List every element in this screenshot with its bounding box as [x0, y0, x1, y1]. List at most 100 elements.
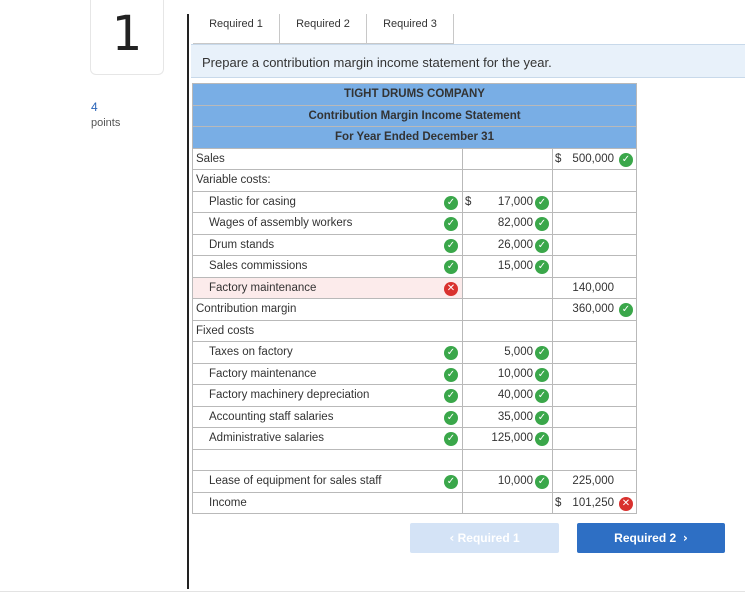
- check-circle-icon: ✓: [444, 260, 458, 274]
- total-cell[interactable]: [552, 448, 637, 471]
- total-cell[interactable]: 140,000: [552, 276, 637, 299]
- footer-divider: [0, 591, 745, 592]
- table-row: Factory maintenance ✓ 10,000 ✓: [192, 362, 637, 385]
- next-required-button[interactable]: Required 2 ›: [577, 523, 725, 553]
- instruction-text: Prepare a contribution margin income sta…: [202, 55, 552, 70]
- amount-cell[interactable]: ✓ 40,000 ✓: [444, 384, 553, 407]
- x-circle-icon: ✕: [619, 496, 633, 511]
- table-row: Drum stands ✓ 26,000 ✓: [192, 233, 637, 256]
- amount-cell[interactable]: ✕: [444, 276, 553, 299]
- row-label[interactable]: Contribution margin: [192, 298, 463, 321]
- total-value: [614, 346, 636, 358]
- tab-required-3[interactable]: Required 3: [367, 14, 454, 44]
- check-circle-icon: ✓: [444, 410, 458, 425]
- table-row: Contribution margin 360,000 ✓: [192, 298, 637, 321]
- row-label[interactable]: [192, 448, 463, 471]
- amount-value: [533, 153, 552, 165]
- total-cell[interactable]: [552, 212, 637, 235]
- total-cell[interactable]: [552, 169, 637, 192]
- total-cell[interactable]: [552, 319, 637, 342]
- check-circle-icon: ✓: [535, 195, 549, 210]
- row-label[interactable]: Variable costs:: [192, 169, 463, 192]
- check-circle-icon: ✓: [444, 432, 458, 446]
- amount-cell[interactable]: ✓ $17,000 ✓: [444, 190, 553, 213]
- amount-cell[interactable]: [462, 298, 553, 321]
- amount-cell[interactable]: ✓ 35,000 ✓: [444, 405, 553, 428]
- amount-cell[interactable]: [462, 448, 553, 471]
- total-cell[interactable]: 225,000: [552, 470, 637, 493]
- chevron-left-icon: ‹: [449, 531, 455, 545]
- amount-cell[interactable]: ✓ 10,000 ✓: [444, 470, 553, 493]
- row-label[interactable]: Wages of assembly workers: [192, 212, 463, 235]
- row-label[interactable]: Taxes on factory: [192, 341, 463, 364]
- amount-cell[interactable]: [462, 491, 553, 514]
- table-row: Fixed costs: [192, 319, 637, 342]
- check-circle-icon: ✓: [444, 367, 458, 382]
- prev-required-button[interactable]: ‹ Required 1: [410, 523, 559, 553]
- row-label[interactable]: Plastic for casing: [192, 190, 463, 213]
- total-cell[interactable]: [552, 427, 637, 450]
- points-label: points: [91, 117, 121, 129]
- row-label[interactable]: Lease of equipment for sales staff: [192, 470, 463, 493]
- total-value: 225,000: [572, 475, 614, 488]
- check-circle-icon: ✓: [535, 410, 549, 425]
- row-label[interactable]: Factory maintenance: [192, 276, 463, 299]
- row-label[interactable]: Sales: [192, 147, 463, 170]
- amount-cell[interactable]: ✓ 5,000 ✓: [444, 341, 553, 364]
- total-value: [614, 196, 636, 208]
- prev-button-label: Required 1: [457, 531, 520, 545]
- table-row: Plastic for casing ✓ $17,000 ✓: [192, 190, 637, 213]
- table-row: Sales commissions ✓ 15,000 ✓: [192, 255, 637, 278]
- total-cell[interactable]: [552, 341, 637, 364]
- row-label[interactable]: Income: [192, 491, 463, 514]
- total-cell[interactable]: [552, 384, 637, 407]
- amount-cell[interactable]: [462, 169, 553, 192]
- total-cell[interactable]: $101,250 ✕: [552, 491, 637, 514]
- row-label[interactable]: Fixed costs: [192, 319, 463, 342]
- table-row: Administrative salaries ✓ 125,000 ✓: [192, 427, 637, 450]
- amount-cell[interactable]: [462, 147, 553, 170]
- points-value: 4: [91, 100, 98, 114]
- table-row: Variable costs:: [192, 169, 637, 192]
- row-label[interactable]: Factory maintenance: [192, 362, 463, 385]
- check-circle-icon: ✓: [535, 217, 549, 231]
- total-cell[interactable]: [552, 362, 637, 385]
- check-circle-icon: ✓: [535, 260, 549, 274]
- amount-cell[interactable]: ✓ 10,000 ✓: [444, 362, 553, 385]
- total-cell[interactable]: 360,000 ✓: [552, 298, 637, 321]
- check-circle-icon: ✓: [444, 195, 458, 210]
- amount-cell[interactable]: ✓ 15,000 ✓: [444, 255, 553, 278]
- amount-cell[interactable]: ✓ 125,000 ✓: [444, 427, 553, 450]
- amount-cell[interactable]: ✓ 26,000 ✓: [444, 233, 553, 256]
- check-circle-icon: ✓: [444, 475, 458, 489]
- amount-value: [533, 454, 552, 466]
- check-circle-icon: ✓: [535, 238, 549, 253]
- amount-value: [533, 303, 552, 315]
- currency-symbol: $: [555, 496, 562, 509]
- row-label[interactable]: Drum stands: [192, 233, 463, 256]
- table-row: Wages of assembly workers ✓ 82,000 ✓: [192, 212, 637, 235]
- row-label[interactable]: Sales commissions: [192, 255, 463, 278]
- table-row: Accounting staff salaries ✓ 35,000 ✓: [192, 405, 637, 428]
- table-row: Sales $500,000 ✓: [192, 147, 637, 170]
- total-cell[interactable]: [552, 190, 637, 213]
- tab-required-2[interactable]: Required 2: [280, 14, 367, 44]
- check-circle-icon: ✓: [619, 303, 633, 317]
- total-value: [614, 454, 636, 466]
- table-row: Lease of equipment for sales staff ✓ 10,00…: [192, 470, 637, 493]
- total-cell[interactable]: [552, 255, 637, 278]
- check-circle-icon: ✓: [535, 389, 549, 403]
- check-circle-icon: ✓: [619, 152, 633, 167]
- currency-symbol: $: [555, 152, 562, 165]
- amount-cell[interactable]: ✓ 82,000 ✓: [444, 212, 553, 235]
- total-cell[interactable]: [552, 233, 637, 256]
- amount-cell[interactable]: [462, 319, 553, 342]
- row-label[interactable]: Accounting staff salaries: [192, 405, 463, 428]
- table-row: Factory machinery depreciation ✓ 40,000 ✓: [192, 384, 637, 407]
- tab-required-1[interactable]: Required 1: [193, 14, 280, 44]
- total-cell[interactable]: [552, 405, 637, 428]
- row-label[interactable]: Administrative salaries: [192, 427, 463, 450]
- row-label[interactable]: Factory machinery depreciation: [192, 384, 463, 407]
- total-cell[interactable]: $500,000 ✓: [552, 147, 637, 170]
- chevron-right-icon: ›: [682, 531, 688, 545]
